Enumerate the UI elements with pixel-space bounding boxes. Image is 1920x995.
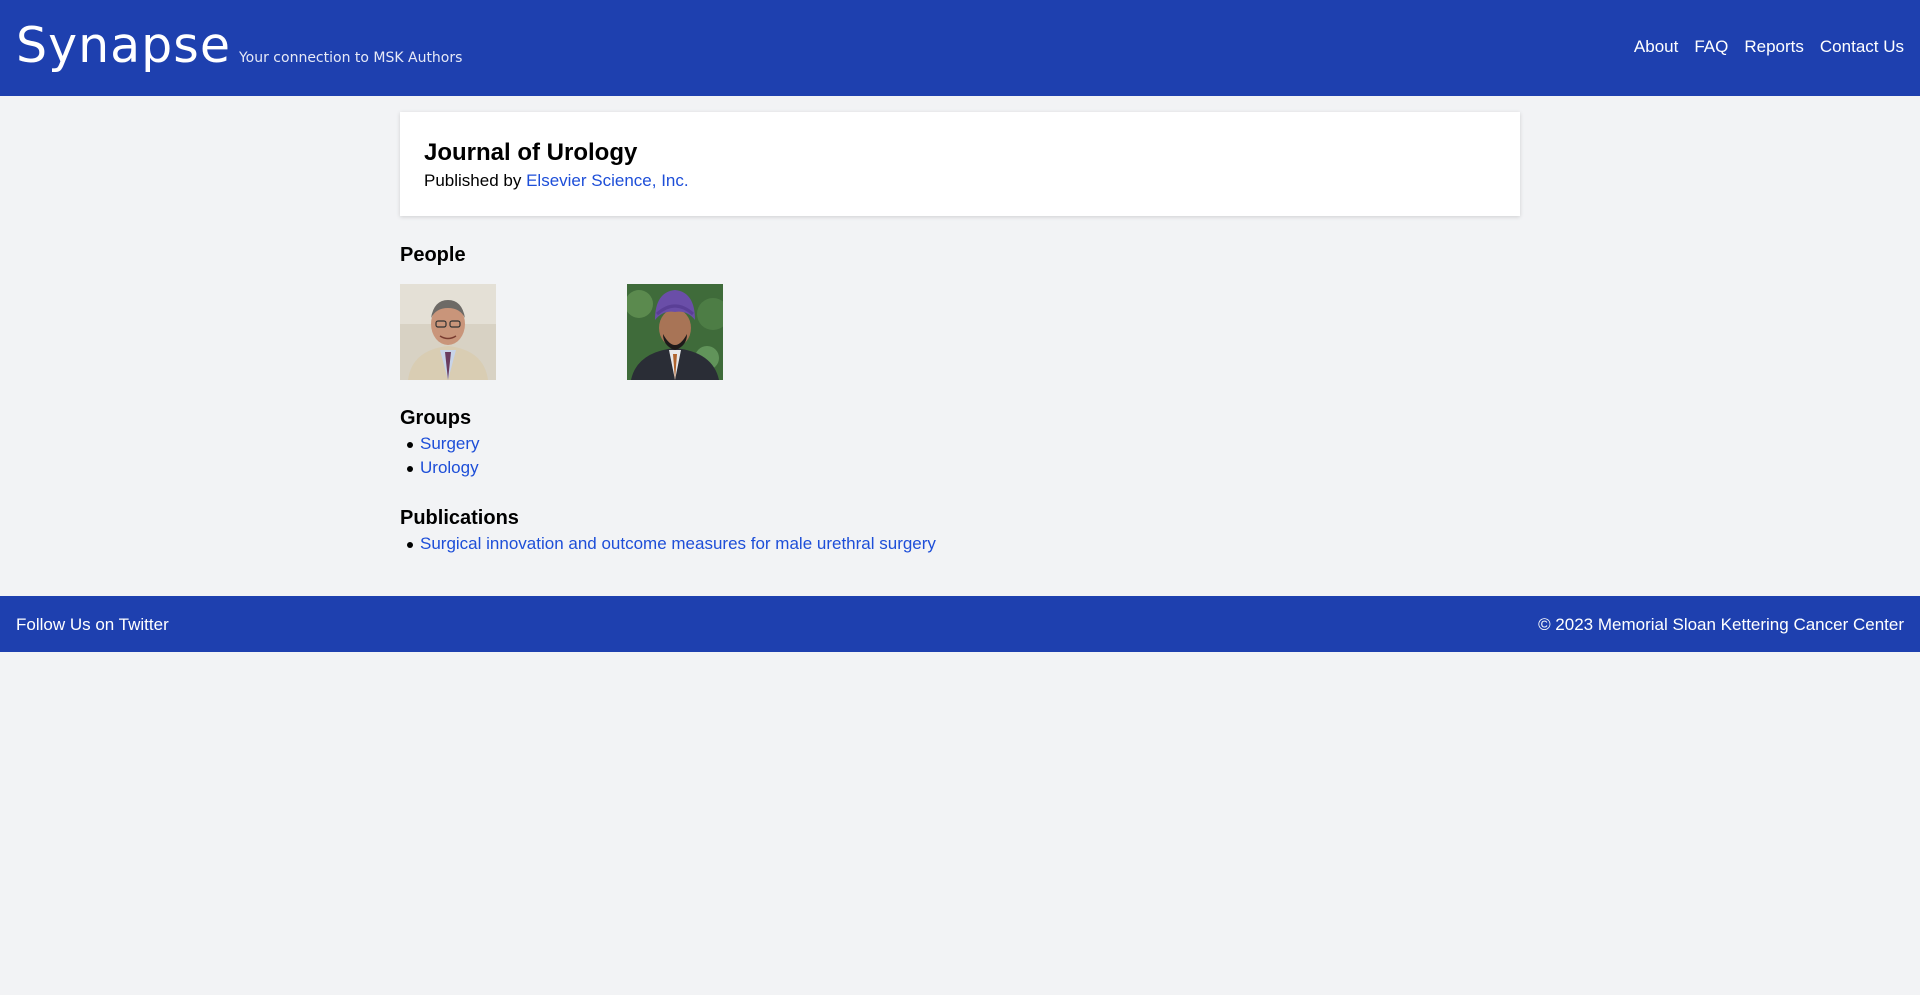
list-item: Surgery [400,432,480,456]
person-photo-icon [400,284,496,380]
group-link-surgery[interactable]: Surgery [420,434,480,453]
groups-list: Surgery Urology [400,432,480,480]
nav-contact-us[interactable]: Contact Us [1820,37,1904,57]
brand-name: Synapse [16,17,231,74]
top-nav: About FAQ Reports Contact Us [1634,37,1904,57]
person-photo-2[interactable] [627,284,723,380]
people-heading: People [400,244,466,266]
twitter-link[interactable]: Follow Us on Twitter [16,615,169,635]
list-item: Urology [400,456,480,480]
site-footer: Follow Us on Twitter © 2023 Memorial Slo… [0,596,1920,652]
nav-faq[interactable]: FAQ [1694,37,1728,57]
journal-card: Journal of Urology Published by Elsevier… [400,112,1520,216]
people-list [400,284,723,380]
group-link-urology[interactable]: Urology [420,458,479,477]
copyright-text: © 2023 Memorial Sloan Kettering Cancer C… [1538,615,1904,634]
person-photo-icon [627,284,723,380]
groups-heading: Groups [400,407,472,429]
brand-tagline: Your connection to MSK Authors [238,50,463,66]
list-item: Surgical innovation and outcome measures… [400,532,936,556]
site-header: Synapse Your connection to MSK Authors A… [0,0,1920,96]
publications-heading: Publications [400,507,519,529]
publisher-link[interactable]: Elsevier Science, Inc. [526,171,689,190]
nav-reports[interactable]: Reports [1744,37,1804,57]
page-title: Journal of Urology [424,139,638,166]
publications-list: Surgical innovation and outcome measures… [400,532,936,556]
person-photo-1[interactable] [400,284,496,380]
nav-about[interactable]: About [1634,37,1678,57]
publisher-line: Published by Elsevier Science, Inc. [424,170,1496,192]
brand-home-link[interactable]: Synapse Your connection to MSK Authors [16,18,462,74]
publication-link[interactable]: Surgical innovation and outcome measures… [420,534,936,553]
published-by-label: Published by [424,171,522,190]
